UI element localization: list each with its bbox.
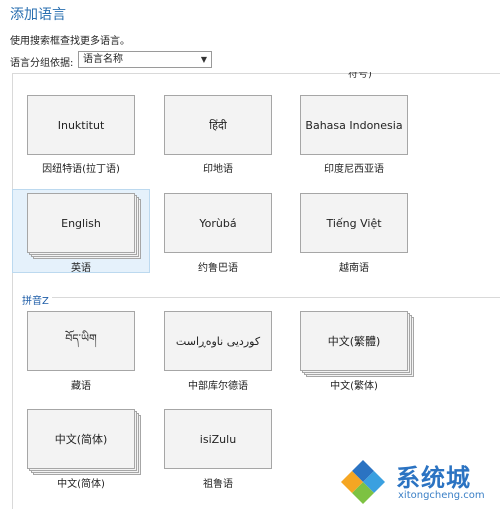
page-subtitle: 使用搜索框查找更多语言。 <box>10 36 130 47</box>
language-tile-hindi[interactable]: हिंदी <box>164 95 272 155</box>
group-by-label: 语言分组依据: <box>10 58 74 69</box>
language-tile-tibetan[interactable]: བོད་ཡིག <box>27 311 135 371</box>
language-tile-central-kurdish[interactable]: كوردیی ناوەڕاست <box>164 311 272 371</box>
language-caption-hindi: 印地语 <box>203 164 233 175</box>
watermark-text: 系统城 <box>396 464 471 492</box>
language-tile-inuktitut[interactable]: Inuktitut <box>27 95 135 155</box>
language-caption-chinese-simplified: 中文(简体) <box>57 479 105 490</box>
watermark: 系统城 xitongcheng.com <box>332 452 500 509</box>
language-tile-indonesian[interactable]: Bahasa Indonesia <box>300 95 408 155</box>
chevron-down-icon: ▼ <box>200 55 207 64</box>
language-caption-zulu: 祖鲁语 <box>203 479 233 490</box>
language-caption-english: 英语 <box>71 263 91 274</box>
language-tile-english[interactable]: English <box>27 193 135 253</box>
language-caption-inuktitut: 因纽特语(拉丁语) <box>42 164 120 175</box>
group-by-select[interactable]: 语言名称 ▼ <box>78 51 212 68</box>
watermark-url: xitongcheng.com <box>398 490 485 501</box>
language-caption-vietnamese: 越南语 <box>339 263 369 274</box>
language-caption-tibetan: 藏语 <box>71 381 91 392</box>
language-tile-chinese-traditional[interactable]: 中文(繁體) <box>300 311 408 371</box>
group-header-pinyin-z: 拼音Z <box>22 296 49 307</box>
group-divider <box>52 297 500 298</box>
language-caption-chinese-traditional: 中文(繁体) <box>330 381 378 392</box>
language-tile-vietnamese[interactable]: Tiếng Việt <box>300 193 408 253</box>
page-title: 添加语言 <box>10 7 66 23</box>
partial-group-label: 符号) <box>348 72 372 80</box>
group-by-value: 语言名称 <box>83 54 123 65</box>
language-caption-indonesian: 印度尼西亚语 <box>324 164 384 175</box>
language-tile-zulu[interactable]: isiZulu <box>164 409 272 469</box>
language-caption-yoruba: 约鲁巴语 <box>198 263 238 274</box>
language-tile-yoruba[interactable]: Yorùbá <box>164 193 272 253</box>
language-caption-central-kurdish: 中部库尔德语 <box>188 381 248 392</box>
diamond-logo-icon <box>341 460 385 504</box>
language-tile-chinese-simplified[interactable]: 中文(简体) <box>27 409 135 469</box>
